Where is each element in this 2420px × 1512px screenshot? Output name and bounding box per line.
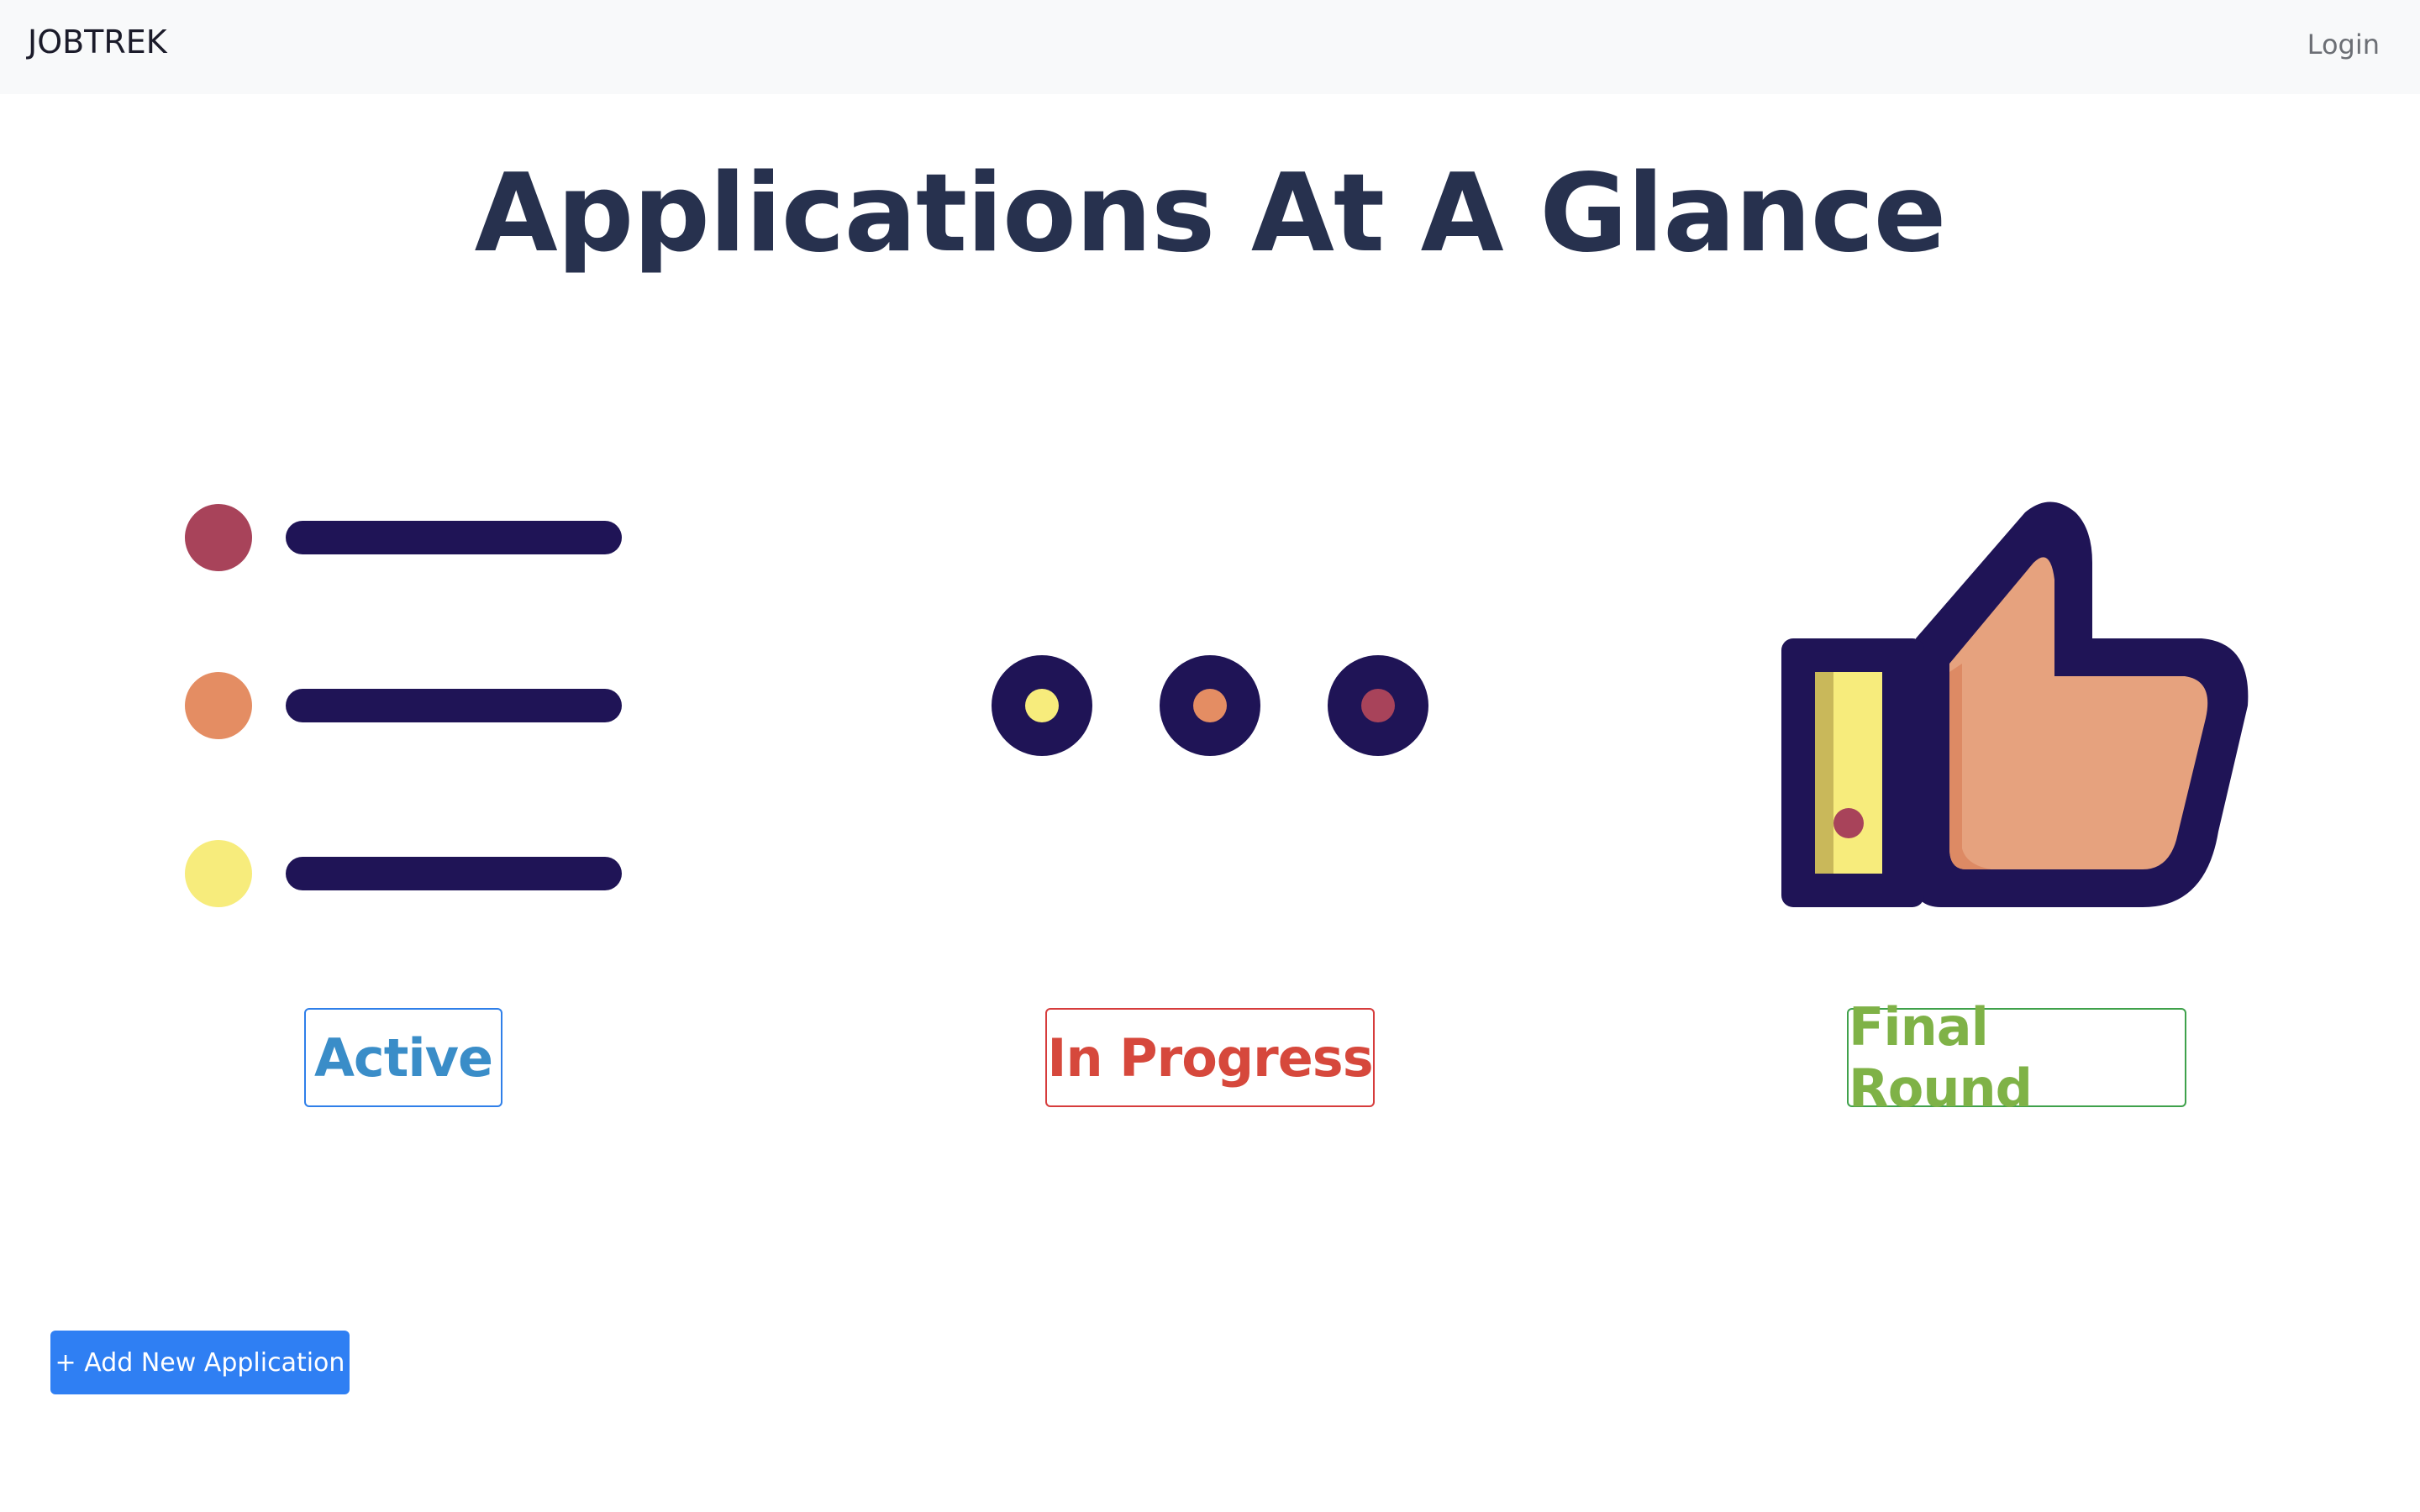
ellipsis-dots-icon — [992, 655, 1428, 756]
list-line-icon — [286, 521, 622, 554]
active-status-button[interactable]: Active — [304, 1008, 502, 1107]
navbar: JOBTREK Login — [0, 0, 2420, 94]
list-icon — [185, 504, 622, 907]
login-link[interactable]: Login — [2307, 29, 2380, 60]
list-line-icon — [286, 857, 622, 890]
brand-logo[interactable]: JOBTREK — [28, 24, 167, 60]
list-line-icon — [286, 689, 622, 722]
list-bullet-icon — [185, 672, 252, 739]
list-bullet-icon — [185, 840, 252, 907]
list-bullet-icon — [185, 504, 252, 571]
in-progress-status-button[interactable]: In Progress — [1045, 1008, 1375, 1107]
page-title: Applications At A Glance — [474, 151, 1947, 276]
thumbs-up-icon — [1781, 501, 2249, 907]
final-round-status-button[interactable]: Final Round — [1847, 996, 2186, 1119]
add-new-application-button[interactable]: + Add New Application — [50, 1331, 350, 1394]
